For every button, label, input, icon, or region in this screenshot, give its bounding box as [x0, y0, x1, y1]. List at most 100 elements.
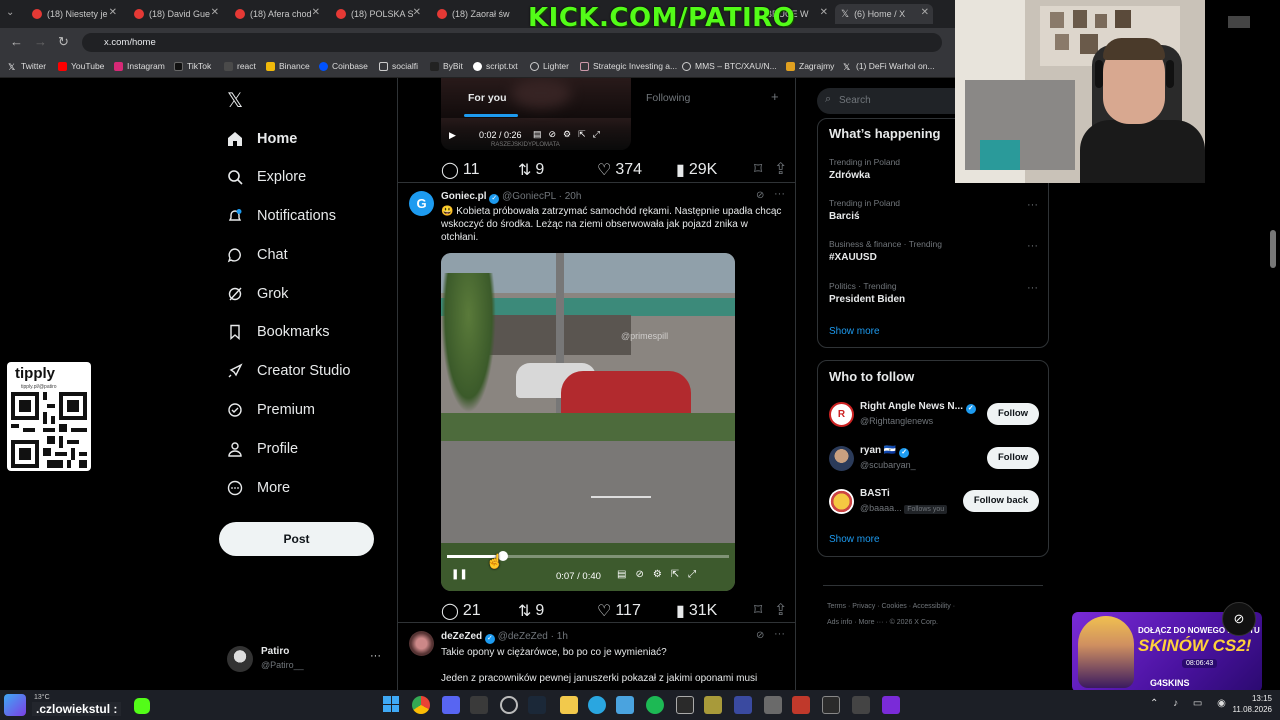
more-dots-icon[interactable]: ··· — [774, 188, 785, 200]
repost-button[interactable]: ⇅ 9 — [518, 160, 544, 180]
nav-creator-studio[interactable]: Creator Studio — [227, 363, 351, 379]
trend-item[interactable]: Trending in Poland Zdrówka — [829, 157, 900, 181]
browser-tab[interactable]: (18) POLSKA S ✕ — [330, 4, 425, 24]
trend-item[interactable]: Business & finance · Trending #XAUUSD — [829, 239, 942, 263]
show-more-link[interactable]: Show more — [829, 326, 880, 337]
bookmark-item[interactable]: MMS – BTC/XAU/N... — [682, 61, 777, 71]
add-tab-icon[interactable]: + — [771, 89, 779, 104]
bookmark-button[interactable]: ⌑ — [754, 600, 762, 620]
author-handle[interactable]: @GoniecPL — [502, 191, 556, 202]
follow-button[interactable]: Follow — [987, 403, 1039, 425]
follow-button[interactable]: Follow — [987, 447, 1039, 469]
trend-item[interactable]: Trending in Poland Barciś — [829, 198, 900, 222]
follow-name[interactable]: Right Angle News N... ✓ — [860, 401, 976, 414]
app-icon[interactable] — [676, 696, 694, 714]
like-button[interactable]: ♡ 117 — [597, 601, 641, 621]
browser-tab[interactable]: (18) Niestety je ✕ — [26, 4, 121, 24]
spotify-icon[interactable] — [646, 696, 664, 714]
bookmark-item[interactable]: Strategic Investing a... — [580, 61, 677, 71]
nav-home[interactable]: Home — [227, 131, 297, 147]
avatar[interactable]: G — [409, 191, 434, 216]
more-dots-icon[interactable]: ··· — [1027, 199, 1038, 211]
more-dots-icon[interactable]: ··· — [370, 650, 381, 662]
avatar[interactable] — [829, 489, 854, 514]
bookmark-item[interactable]: Instagram — [114, 61, 165, 71]
back-icon[interactable]: ← — [10, 34, 23, 49]
nav-bookmarks[interactable]: Bookmarks — [227, 324, 330, 340]
reply-button[interactable]: ◯ 11 — [441, 160, 480, 180]
footer-link[interactable]: Ads info — [827, 619, 852, 626]
browser-tab[interactable]: (18) Zaorał św — [431, 4, 526, 24]
share-icon[interactable]: ⇪ — [774, 600, 787, 620]
bookmark-item[interactable]: script.txt — [473, 61, 518, 71]
bookmark-item[interactable]: YouTube — [58, 61, 104, 71]
edge-icon[interactable] — [588, 696, 606, 714]
share-icon[interactable]: ⇪ — [774, 159, 787, 179]
follow-name[interactable]: BASTi — [860, 488, 890, 499]
nav-explore[interactable]: Explore — [227, 169, 306, 185]
tab-following[interactable]: Following — [646, 92, 690, 104]
reply-button[interactable]: ◯ 21 — [441, 601, 481, 621]
bookmark-button[interactable]: ⌑ — [754, 159, 762, 179]
app-icon[interactable] — [852, 696, 870, 714]
post-button[interactable]: Post — [219, 522, 374, 556]
windows-start-icon[interactable] — [383, 696, 399, 712]
play-icon[interactable]: ▶ — [449, 130, 456, 141]
scrollbar-thumb[interactable] — [1270, 230, 1276, 268]
views-button[interactable]: ▮ 31K — [676, 601, 717, 621]
trend-item[interactable]: Politics · Trending President Biden — [829, 281, 905, 305]
video-controls-icons[interactable]: ▤⊘⚙⇱⤢ — [533, 129, 607, 140]
post-time[interactable]: · 1h — [551, 631, 568, 642]
bookmark-item[interactable]: 𝕏 (1) DeFi Warhol on... — [843, 61, 935, 72]
post-video[interactable]: @primespill ❚❚ 0:07 / 0:40 ▤⊘⚙⇱⤢ — [441, 253, 735, 591]
forward-icon[interactable]: → — [34, 34, 47, 49]
tab-list-icon[interactable]: ⌄ — [6, 7, 14, 18]
nav-premium[interactable]: Premium — [227, 402, 315, 418]
x-logo-icon[interactable]: 𝕏 — [227, 88, 243, 113]
bookmark-item[interactable]: Binance — [266, 61, 310, 71]
obs-icon[interactable] — [500, 696, 518, 714]
nav-chat[interactable]: Chat — [227, 247, 288, 263]
steam-icon[interactable] — [528, 696, 546, 714]
author-handle[interactable]: @deZeZed — [498, 631, 548, 642]
nav-grok[interactable]: Grok — [227, 286, 288, 302]
browser-tab-active[interactable]: 𝕏 (6) Home / X ✕ — [835, 4, 933, 24]
browser-tab[interactable]: (18) Afera chod ✕ — [229, 4, 324, 24]
bookmark-item[interactable]: Zagrajmy — [786, 61, 834, 71]
search-input[interactable]: ⌕ Search — [817, 88, 967, 114]
footer-link[interactable]: Privacy — [852, 603, 875, 610]
more-dots-icon[interactable]: ··· — [774, 628, 785, 640]
app-icon[interactable] — [792, 696, 810, 714]
grok-icon[interactable]: ⊘ — [756, 630, 764, 641]
follow-back-button[interactable]: Follow back — [963, 490, 1039, 512]
app-icon[interactable] — [704, 696, 722, 714]
author-name[interactable]: Goniec.pl — [441, 191, 487, 202]
avatar[interactable]: R — [829, 402, 854, 427]
bookmark-folder[interactable]: socialfi — [379, 61, 418, 71]
show-more-link[interactable]: Show more — [829, 534, 880, 545]
url-input[interactable]: x.com/home — [82, 33, 942, 52]
views-button[interactable]: ▮ 29K — [676, 160, 717, 180]
nav-more[interactable]: More — [227, 480, 290, 496]
footer-link[interactable]: Terms — [827, 603, 846, 610]
more-dots-icon[interactable]: ··· — [1027, 282, 1038, 294]
weather-icon[interactable] — [4, 694, 26, 716]
chrome-icon[interactable] — [412, 696, 430, 714]
bookmark-item[interactable]: 𝕏 Twitter — [8, 61, 46, 72]
app-icon[interactable] — [822, 696, 840, 714]
bookmark-item[interactable]: ByBit — [430, 61, 463, 71]
bookmark-item[interactable]: Coinbase — [319, 61, 368, 71]
tab-for-you[interactable]: For you — [468, 92, 507, 104]
account-switcher[interactable]: Patiro @Patiro__ ··· — [227, 646, 387, 674]
footer-link[interactable]: Accessibility — [913, 603, 951, 610]
video-controls-icons[interactable]: ▤⊘⚙⇱⤢ — [617, 569, 705, 580]
app-icon[interactable] — [470, 696, 488, 714]
more-dots-icon[interactable]: ··· — [1027, 240, 1038, 252]
bookmark-item[interactable]: Lighter — [530, 61, 569, 71]
app-icon[interactable] — [734, 696, 752, 714]
reload-icon[interactable]: ↻ — [58, 34, 69, 50]
like-button[interactable]: ♡ 374 — [597, 160, 642, 180]
post-time[interactable]: · 20h — [559, 191, 582, 202]
folder-icon[interactable] — [560, 696, 578, 714]
footer-link[interactable]: More ··· — [859, 619, 884, 626]
